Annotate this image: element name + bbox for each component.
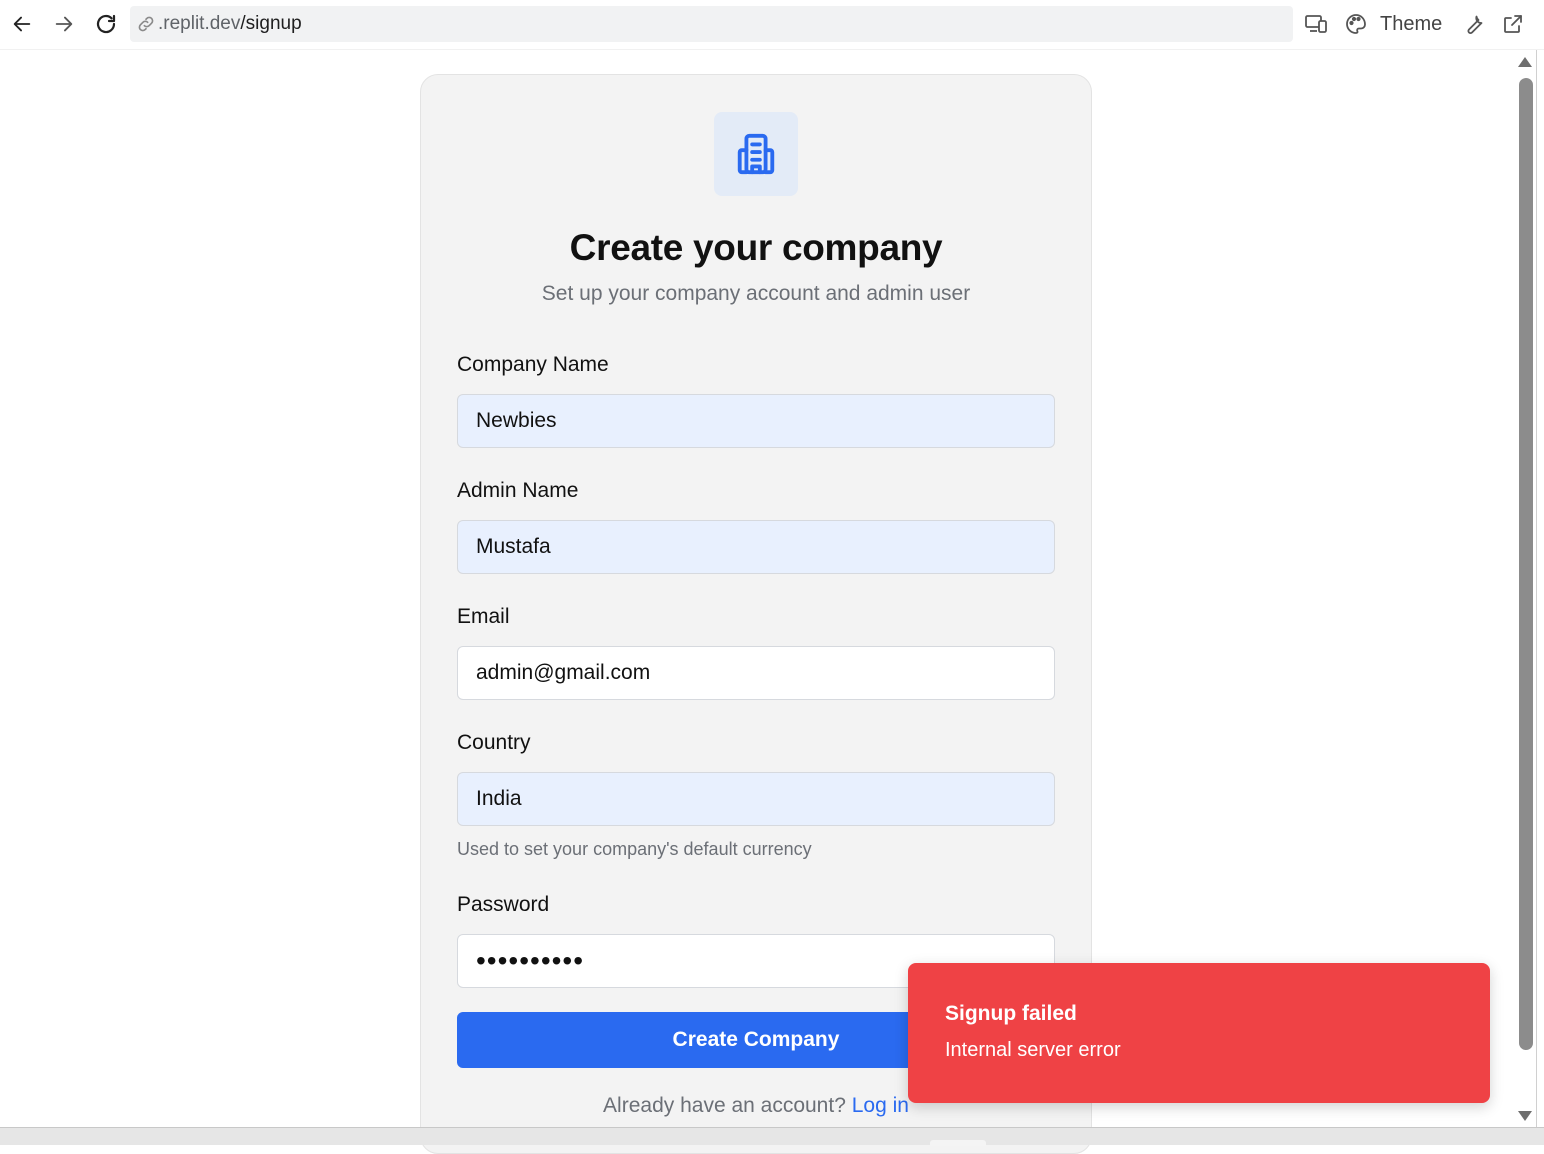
company-name-input[interactable] <box>457 394 1055 448</box>
palette-icon <box>1346 14 1366 34</box>
company-logo <box>714 112 798 196</box>
open-external-button[interactable] <box>1501 9 1525 39</box>
external-link-icon <box>1504 15 1522 33</box>
window-bottom-edge <box>0 1127 1544 1146</box>
building-icon <box>737 133 775 175</box>
browser-toolbar: .replit.dev/signup Theme <box>0 0 1544 50</box>
url-host: .replit.dev <box>158 13 241 34</box>
forward-button[interactable] <box>49 9 79 39</box>
country-input[interactable] <box>457 772 1055 826</box>
devices-icon <box>1305 15 1327 33</box>
admin-name-input[interactable] <box>457 520 1055 574</box>
email-input[interactable] <box>457 646 1055 700</box>
devtools-button[interactable] <box>1462 9 1486 39</box>
scrollbar-thumb[interactable] <box>1519 78 1533 1050</box>
login-link[interactable]: Log in <box>852 1094 909 1117</box>
arrow-right-icon <box>55 16 73 32</box>
back-button[interactable] <box>7 9 37 39</box>
toast-description: Internal server error <box>945 1039 1121 1061</box>
company-name-label: Company Name <box>457 353 609 376</box>
scroll-up-arrow[interactable] <box>1518 57 1532 67</box>
devices-button[interactable] <box>1304 9 1328 39</box>
toast-title: Signup failed <box>945 1002 1077 1025</box>
url-path: /signup <box>240 13 302 34</box>
theme-label: Theme <box>1380 12 1443 35</box>
reload-icon <box>96 14 116 34</box>
bottom-tab-nub <box>930 1140 986 1146</box>
login-prompt-text: Already have an account? <box>603 1094 846 1117</box>
email-label: Email <box>457 605 510 628</box>
page-subtitle: Set up your company account and admin us… <box>541 282 971 305</box>
theme-button[interactable]: Theme <box>1344 9 1442 39</box>
arrow-left-icon <box>13 16 31 32</box>
page-title: Create your company <box>569 227 943 268</box>
country-helper-text: Used to set your company's default curre… <box>457 839 812 859</box>
admin-name-label: Admin Name <box>457 479 579 502</box>
link-icon <box>138 16 154 32</box>
country-label: Country <box>457 731 531 754</box>
wrench-icon <box>1467 15 1483 34</box>
password-label: Password <box>457 893 550 916</box>
error-toast[interactable]: Signup failed Internal server error <box>908 963 1490 1103</box>
reload-button[interactable] <box>91 9 121 39</box>
address-bar[interactable]: .replit.dev/signup <box>130 6 1293 42</box>
scroll-down-arrow[interactable] <box>1518 1111 1532 1121</box>
window-edge <box>1536 50 1537 1127</box>
